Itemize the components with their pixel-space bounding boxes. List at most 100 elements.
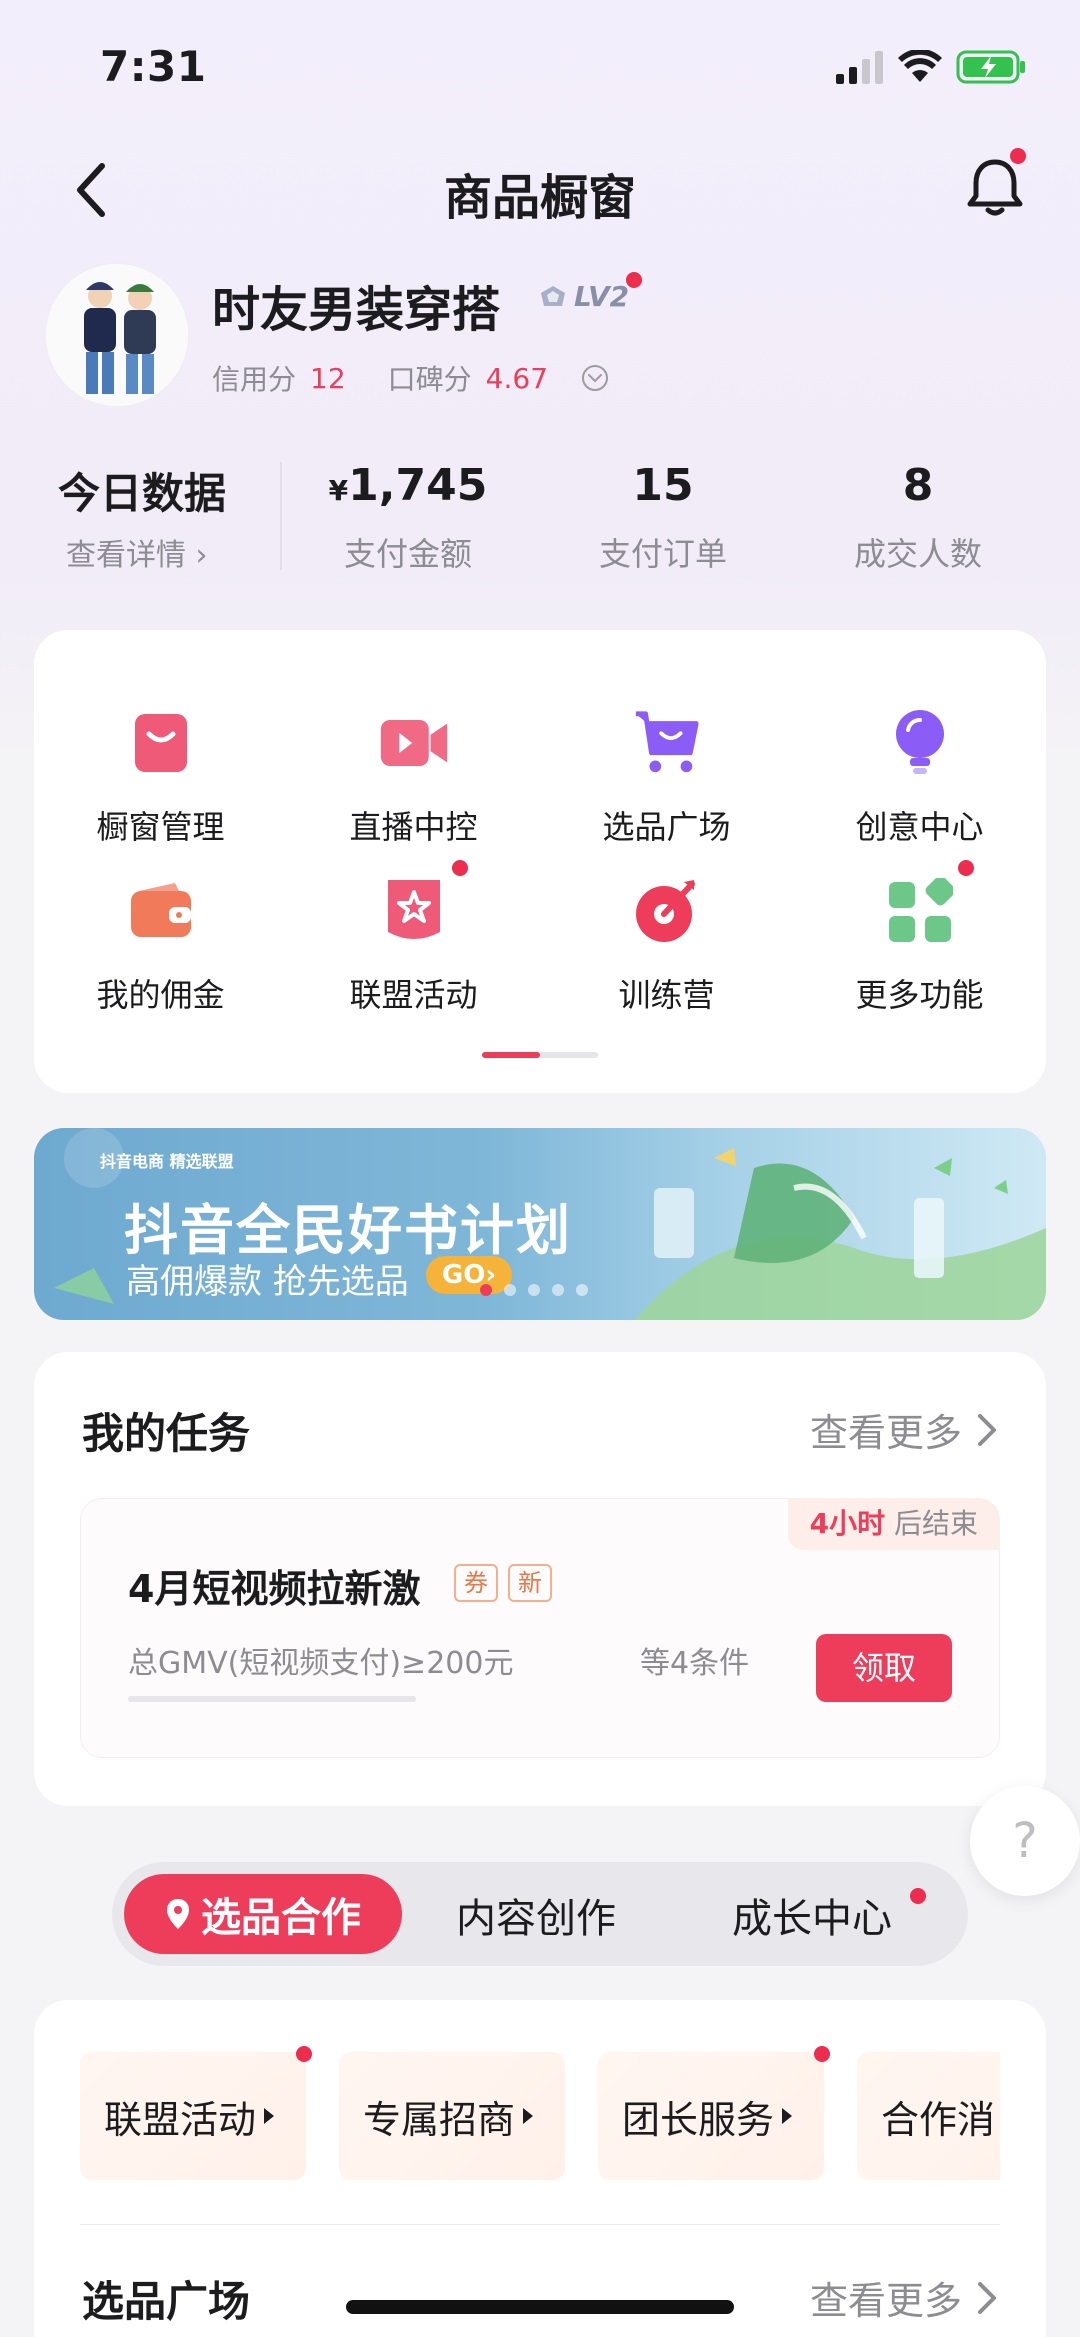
pill-exclusive-recruit[interactable]: 专属招商 — [339, 2052, 565, 2180]
shortcut-alliance-activity[interactable]: 联盟活动 — [287, 876, 540, 1026]
shortcut-label: 训练营 — [618, 976, 715, 1014]
wallet-icon — [126, 876, 196, 946]
pill-label: 团长服务 — [622, 2097, 775, 2142]
banner-subtitle: 高佣爆款 抢先选品 — [126, 1262, 409, 1302]
credit-label: 信用分 — [212, 363, 297, 396]
credit-value: 12 — [310, 361, 346, 395]
shortcut-label: 选品广场 — [602, 808, 731, 846]
coupon-tag: 券 — [454, 1564, 498, 1602]
claim-button[interactable]: 领取 — [816, 1634, 952, 1702]
play-arrow-icon — [782, 2108, 793, 2124]
shopping-cart-icon — [632, 708, 702, 778]
pager-dot — [576, 1284, 588, 1296]
shortcut-my-commission[interactable]: 我的佣金 — [34, 876, 287, 1026]
status-time: 7:31 — [100, 42, 207, 91]
shortcut-label: 橱窗管理 — [96, 808, 225, 846]
view-details-link[interactable]: 查看详情 › — [66, 530, 208, 574]
shortcut-live-control[interactable]: 直播中控 — [287, 708, 540, 858]
plaza-more-link[interactable]: 查看更多 — [810, 2270, 998, 2325]
level-dot — [626, 272, 642, 288]
pill-label: 联盟活动 — [104, 2097, 257, 2142]
cooperation-pills: 联盟活动 专属招商 团长服务 合作消 — [80, 2052, 1000, 2180]
pill-cooperation-msg[interactable]: 合作消 — [857, 2052, 1000, 2180]
shortcut-label: 我的佣金 — [96, 976, 225, 1014]
divider — [280, 462, 282, 570]
pill-label: 合作消 — [881, 2097, 996, 2142]
today-data-title: 今日数据 — [58, 469, 227, 518]
star-badge-icon — [379, 876, 449, 946]
new-tag: 新 — [508, 1564, 552, 1602]
pill-alliance-activity[interactable]: 联盟活动 — [80, 2052, 306, 2180]
shop-name: 时友男装穿搭 — [212, 282, 501, 338]
tasks-more-link[interactable]: 查看更多 — [810, 1402, 998, 1457]
stat-label: 支付订单 — [598, 535, 727, 573]
level-text: LV2 — [574, 280, 630, 313]
wifi-icon — [898, 50, 942, 82]
more-text: 查看更多 — [809, 2279, 962, 2323]
target-icon — [632, 876, 702, 946]
task-timer: 4小时 后结束 — [787, 1498, 1000, 1550]
currency-symbol: ¥ — [328, 474, 349, 507]
page-title: 商品橱窗 — [443, 170, 636, 226]
task-progress-bar — [128, 1696, 416, 1702]
home-indicator[interactable] — [346, 2300, 734, 2314]
more-text: 查看更多 — [809, 1411, 962, 1455]
stat-orders[interactable]: 15 支付订单 — [553, 460, 773, 575]
shortcut-more-features[interactable]: 更多功能 — [793, 876, 1046, 1026]
tasks-title: 我的任务 — [82, 1409, 251, 1458]
play-arrow-icon — [523, 2108, 534, 2124]
shortcut-label: 创意中心 — [855, 808, 984, 846]
task-condition: 总GMV(短视频支付)≥200元 — [128, 1646, 514, 1681]
tab-growth-center[interactable]: 成长中心 — [732, 1886, 892, 1944]
stat-payment-amount[interactable]: ¥1,745 支付金额 — [298, 460, 518, 575]
task-name: 4月短视频拉新激 — [128, 1567, 421, 1611]
more-features-dot — [958, 860, 974, 876]
avatar-illustration — [46, 264, 188, 406]
notification-dot — [1010, 148, 1026, 164]
timer-suffix: 后结束 — [893, 1507, 978, 1540]
stat-value: 1,745 — [348, 460, 488, 511]
pager-dot — [552, 1284, 564, 1296]
shortcut-training-camp[interactable]: 训练营 — [540, 876, 793, 1026]
score-row[interactable]: 信用分 12 口碑分 4.67 — [212, 358, 610, 398]
location-pin-icon — [167, 1899, 189, 1929]
play-arrow-icon — [264, 2108, 275, 2124]
chevron-right-icon — [978, 1413, 996, 1446]
divider — [80, 2224, 1000, 2225]
reputation-value: 4.67 — [485, 361, 549, 395]
timer-hours: 4小时 — [809, 1507, 886, 1540]
avatar[interactable] — [44, 262, 190, 408]
shortcut-pager-active — [482, 1052, 540, 1058]
video-camera-icon — [379, 708, 449, 778]
stat-value: 15 — [632, 460, 694, 511]
stat-label: 支付金额 — [343, 535, 472, 573]
battery-icon — [956, 50, 1025, 84]
chevron-down-circle-icon — [582, 365, 609, 391]
banner-pager — [480, 1284, 588, 1296]
chevron-right-icon — [978, 2281, 996, 2314]
alliance-activity-dot — [452, 860, 468, 876]
task-tags: 券 新 — [454, 1564, 552, 1602]
task-condition-more: 等4条件 — [640, 1646, 750, 1681]
stat-value: 8 — [902, 460, 934, 511]
pill-label: 专属招商 — [363, 2097, 516, 2142]
product-plaza-title: 选品广场 — [82, 2277, 251, 2326]
shop-bag-icon — [126, 708, 196, 778]
shortcut-showcase-manage[interactable]: 橱窗管理 — [34, 708, 287, 858]
status-icons — [836, 50, 1028, 84]
stat-buyers[interactable]: 8 成交人数 — [808, 460, 1028, 575]
tab-product-cooperation[interactable]: 选品合作 — [124, 1874, 402, 1954]
shortcut-creative-center[interactable]: 创意中心 — [793, 708, 1046, 858]
pill-dot — [296, 2046, 312, 2062]
diamond-icon — [541, 285, 565, 306]
reputation-label: 口碑分 — [387, 363, 472, 396]
pill-dot — [814, 2046, 830, 2062]
shortcut-product-plaza[interactable]: 选品广场 — [540, 708, 793, 858]
tab-content-creation[interactable]: 内容创作 — [456, 1886, 616, 1944]
pager-dot — [504, 1284, 516, 1296]
banner-brand: 抖音电商 精选联盟 — [100, 1152, 234, 1171]
level-badge[interactable]: LV2 — [538, 280, 629, 313]
help-button[interactable]: ? — [970, 1786, 1080, 1896]
pager-dot — [528, 1284, 540, 1296]
pill-leader-service[interactable]: 团长服务 — [598, 2052, 824, 2180]
